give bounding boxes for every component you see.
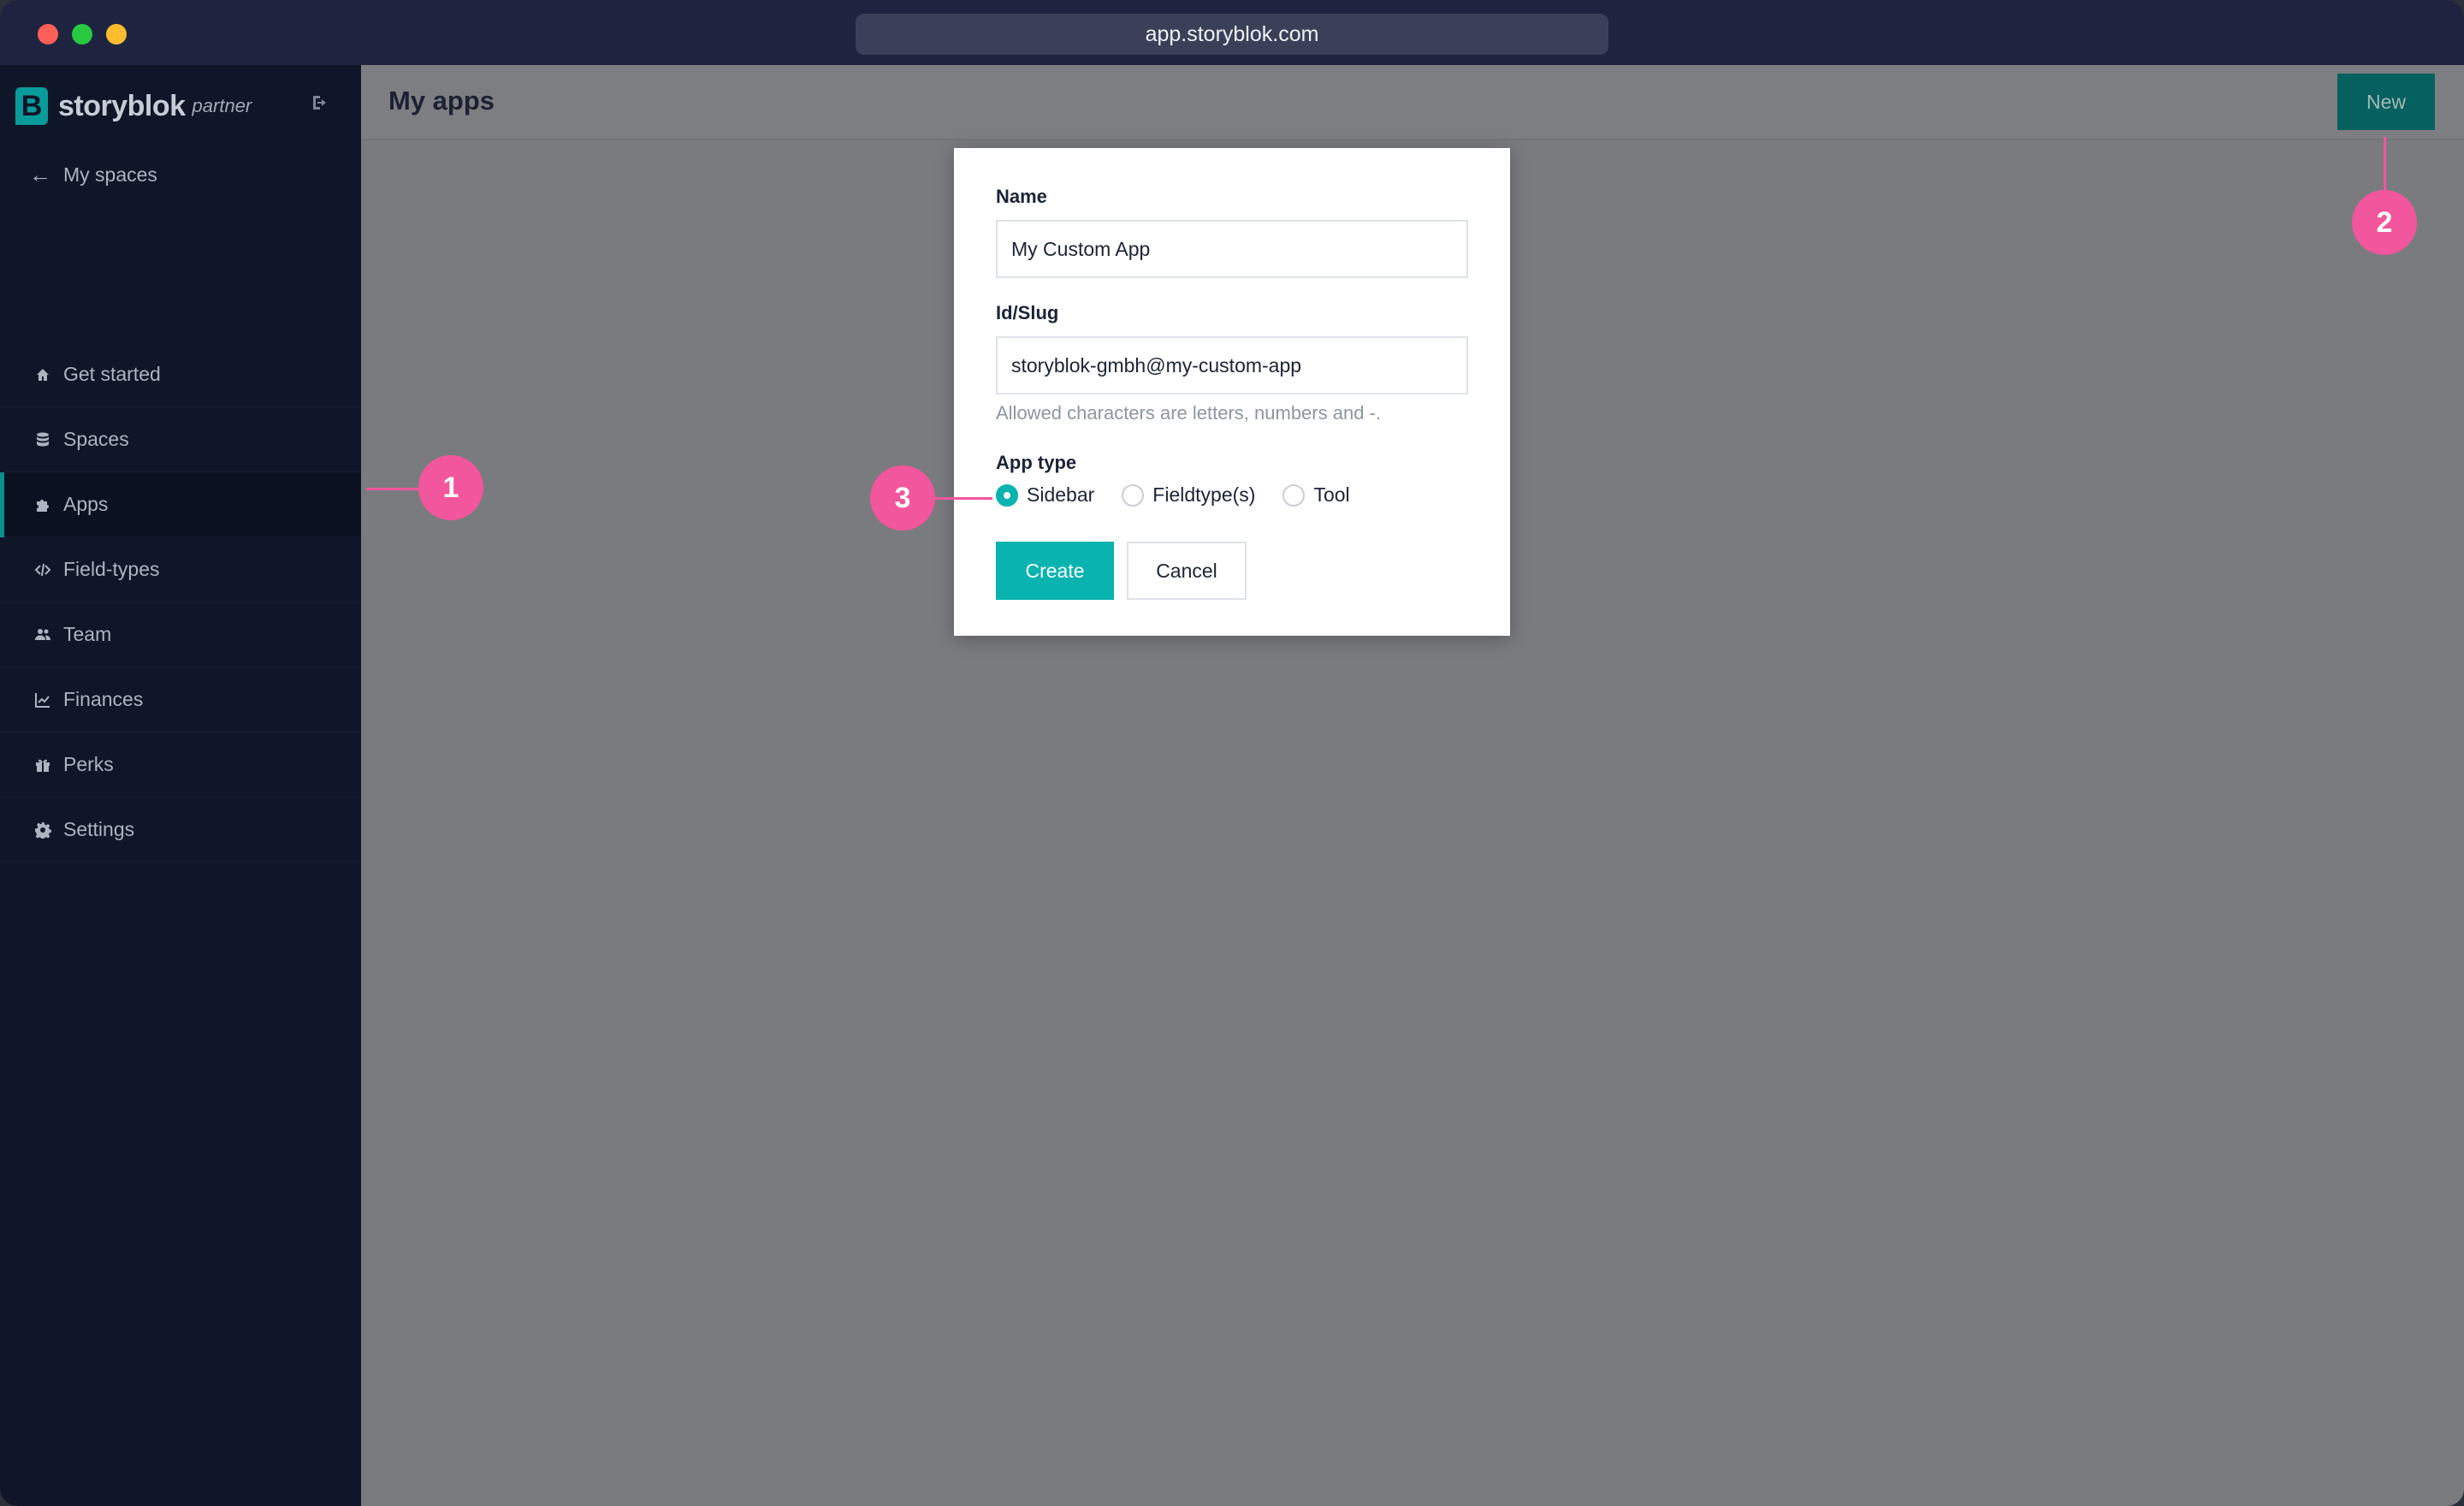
back-to-my-spaces-link[interactable]: ← My spaces [29,161,157,188]
radio-label: Sidebar [1027,483,1095,506]
radio-unchecked-icon[interactable] [1282,483,1306,507]
sidebar-item-label: Spaces [63,428,129,450]
slug-label: Id/Slug [996,302,1059,323]
callout-1-badge: 1 [418,455,483,520]
sidebar-item-perks[interactable]: Perks [0,732,361,797]
callout-1-line [366,488,421,490]
sidebar-item-get-started[interactable]: Get started [0,342,361,407]
new-app-button[interactable]: New [2337,74,2435,130]
app-window: app.storyblok.com B storyblok partner ← … [0,0,2464,1506]
main-header: My apps New [361,65,2464,140]
name-label: Name [996,186,1047,207]
code-icon [34,561,51,578]
arrow-left-icon: ← [29,161,51,187]
browser-titlebar: app.storyblok.com [0,0,2464,65]
sidebar-item-label: Get started [63,363,161,385]
page-title: My apps [388,86,495,116]
cancel-button[interactable]: Cancel [1127,542,1247,600]
puzzle-icon [34,496,51,513]
close-window-button[interactable] [38,24,58,44]
sidebar-item-label: Finances [63,688,144,710]
sidebar-item-label: Perks [63,753,114,775]
gear-icon [34,821,51,839]
storyblok-logo-icon: B [15,87,48,125]
sidebar-item-label: Team [63,623,112,645]
sidebar-item-label: Settings [63,818,135,840]
app-type-label: App type [996,452,1077,473]
url-bar[interactable]: app.storyblok.com [856,14,1608,55]
slug-input[interactable] [996,336,1468,394]
sidebar-item-settings[interactable]: Settings [0,797,361,863]
chart-line-icon [34,691,51,709]
sidebar-item-team[interactable]: Team [0,602,361,667]
brand-name: storyblok [58,89,186,122]
callout-2-badge: 2 [2352,190,2417,255]
sidebar-item-spaces[interactable]: Spaces [0,407,361,472]
app-type-sidebar-option[interactable]: Sidebar [996,483,1094,507]
app-type-fieldtype-option[interactable]: Fieldtype(s) [1122,483,1255,507]
logout-icon[interactable] [310,92,335,118]
callout-3-badge: 3 [870,465,935,531]
sidebar-item-field-types[interactable]: Field-types [0,537,361,602]
database-icon [34,431,51,448]
callout-3-line [933,497,992,500]
create-button[interactable]: Create [996,542,1114,600]
sidebar: B storyblok partner ← My spaces Get star… [0,65,361,1506]
minimize-window-button[interactable] [106,24,127,44]
radio-checked-icon[interactable] [996,483,1018,507]
home-icon [34,366,51,383]
sidebar-item-label: Apps [63,493,109,515]
brand-subtitle: partner [192,95,252,116]
brand-logo[interactable]: B storyblok partner [15,86,252,127]
maximize-window-button[interactable] [72,24,92,44]
radio-label: Fieldtype(s) [1152,483,1256,506]
users-icon [34,626,51,643]
callout-2-line [2384,137,2386,197]
slug-help-text: Allowed characters are letters, numbers … [996,402,1381,424]
sidebar-item-apps[interactable]: Apps [0,472,361,537]
app-type-radio-group: Sidebar Fieldtype(s) Tool [996,483,1377,507]
gift-icon [34,756,51,774]
app-type-tool-option[interactable]: Tool [1282,483,1350,507]
back-link-label: My spaces [63,163,157,186]
radio-unchecked-icon[interactable] [1122,483,1145,507]
create-app-modal: Name Id/Slug Allowed characters are lett… [954,148,1510,636]
sidebar-item-finances[interactable]: Finances [0,667,361,732]
sidebar-nav: Get started Spaces Apps Field-types Team… [0,342,361,863]
sidebar-item-label: Field-types [63,558,160,580]
radio-label: Tool [1313,483,1350,506]
name-input[interactable] [996,220,1468,278]
